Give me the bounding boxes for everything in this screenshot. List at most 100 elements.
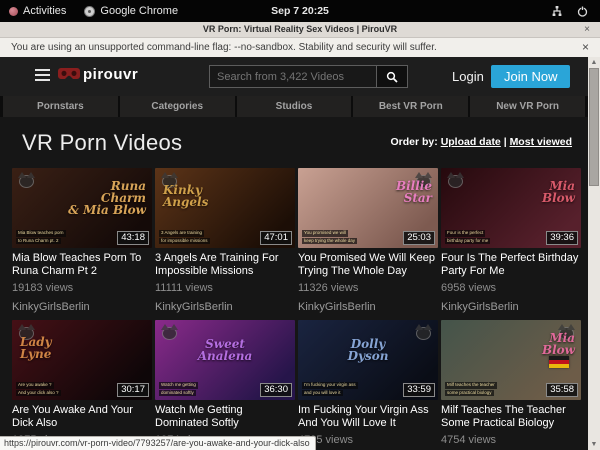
browser-infobar: You are using an unsupported command-lin… [0,38,600,57]
login-link[interactable]: Login [452,57,484,96]
search-button[interactable] [377,65,408,88]
infobar-message: You are using an unsupported command-lin… [11,42,437,53]
thumbnail-caption: Watch me gettingdominated softly [159,381,198,396]
status-bar-url: https://pirouvr.com/vr-porn-video/779325… [0,436,316,450]
nav-item[interactable]: Categories [120,96,235,117]
video-title-link[interactable]: Four Is The Perfect Birthday Party For M… [441,252,581,278]
page-viewport: pirouvr Login Join Now PornstarsCategori… [0,57,600,450]
site-header: pirouvr Login Join Now [0,57,588,96]
thumbnail-overlay-text: RunaCharm& Mia Blow [68,180,146,216]
duration-badge: 36:30 [260,383,292,397]
video-thumbnail[interactable]: LadyLyne Are you awake ?And your dick al… [12,320,152,400]
thumbnail-caption: You promised we willkeep trying the whol… [302,229,357,244]
video-title-link[interactable]: Watch Me Getting Dominated Softly [155,404,295,430]
video-views: 11111 views [155,282,295,294]
clock[interactable]: Sep 7 20:25 [271,0,329,22]
duration-badge: 43:18 [117,231,149,245]
site-logo-text: pirouvr [83,66,138,83]
duration-badge: 47:01 [260,231,292,245]
thumbnail-overlay-text: SweetAnalena [155,338,295,362]
order-by-label: Order by: [391,136,438,148]
site-logo[interactable]: pirouvr [58,66,138,83]
video-thumbnail[interactable]: RunaCharm& Mia Blow Mia Blow teaches por… [12,168,152,248]
studio-link[interactable]: KinkyGirlsBerlin [298,301,438,313]
video-title-link[interactable]: Are You Awake And Your Dick Also [12,404,152,430]
activities-dot-icon [9,7,18,16]
video-card[interactable]: LadyLyne Are you awake ?And your dick al… [12,320,152,446]
video-title-link[interactable]: 3 Angels Are Training For Impossible Mis… [155,252,295,278]
studio-link[interactable]: KinkyGirlsBerlin [441,301,581,313]
video-card[interactable]: SweetAnalena Watch me gettingdominated s… [155,320,295,446]
order-most-viewed-link[interactable]: Most viewed [510,136,572,148]
scrollbar-up-arrow[interactable]: ▲ [588,57,600,68]
thumbnail-caption: 3 Angels are trainingfor impossible miss… [159,229,210,244]
studio-link[interactable]: KinkyGirlsBerlin [12,301,152,313]
page-scrollbar[interactable]: ▲ ▼ [588,57,600,450]
chrome-app-label: Google Chrome [100,5,178,17]
german-flag-icon [549,356,569,368]
video-card[interactable]: MiaBlow Milf teaches the teachersome pra… [441,320,581,446]
infobar-close-icon[interactable]: × [582,38,589,57]
nav-item[interactable]: Pornstars [3,96,118,117]
order-by-controls: Order by: Upload date | Most viewed [391,130,573,148]
scrollbar-thumb[interactable] [589,68,599,186]
main-nav: PornstarsCategoriesStudiosBest VR PornNe… [0,96,588,117]
thumbnail-caption: Milf teaches the teachersome practical b… [445,381,497,396]
video-thumbnail[interactable]: MiaBlow Four is the perfectbirthday part… [441,168,581,248]
video-views: 6958 views [441,282,581,294]
video-thumbnail[interactable]: KinkyAngels 3 Angels are trainingfor imp… [155,168,295,248]
tab-title[interactable]: VR Porn: Virtual Reality Sex Videos | Pi… [0,22,600,37]
video-thumbnail[interactable]: BillieStar You promised we willkeep tryi… [298,168,438,248]
thumbnail-overlay-text: BillieStar [396,180,432,204]
nav-item[interactable]: Best VR Porn [353,96,468,117]
chrome-app-menu[interactable]: Google Chrome [75,0,187,22]
thumbnail-caption: Are you awake ?And your dick also ? [16,381,61,396]
power-icon[interactable] [577,6,588,17]
menu-hamburger-icon[interactable] [35,69,50,84]
thumbnail-overlay-text: LadyLyne [20,336,52,360]
video-grid: RunaCharm& Mia Blow Mia Blow teaches por… [0,168,588,450]
nav-item[interactable]: Studios [237,96,352,117]
video-thumbnail[interactable]: SweetAnalena Watch me gettingdominated s… [155,320,295,400]
order-upload-date-link[interactable]: Upload date [441,136,501,148]
network-icon[interactable] [551,6,563,17]
nav-item[interactable]: New VR Porn [470,96,585,117]
video-card[interactable]: BillieStar You promised we willkeep tryi… [298,168,438,313]
video-card[interactable]: MiaBlow Four is the perfectbirthday part… [441,168,581,313]
video-title-link[interactable]: Milf Teaches The Teacher Some Practical … [441,404,581,430]
studio-watermark-icon [17,172,36,189]
thumbnail-caption: Mia Blow teaches pornto Runa Charm pt. 2 [16,229,66,244]
video-title-link[interactable]: Im Fucking Your Virgin Ass And You Will … [298,404,438,430]
video-card[interactable]: KinkyAngels 3 Angels are trainingfor imp… [155,168,295,313]
studio-link[interactable]: KinkyGirlsBerlin [155,301,295,313]
video-card[interactable]: DollyDyson I'm fucking your virgin assan… [298,320,438,446]
video-thumbnail[interactable]: DollyDyson I'm fucking your virgin assan… [298,320,438,400]
browser-tab-bar: VR Porn: Virtual Reality Sex Videos | Pi… [0,22,600,38]
video-title-link[interactable]: Mia Blow Teaches Porn To Runa Charm Pt 2 [12,252,152,278]
join-now-button[interactable]: Join Now [491,65,570,88]
duration-badge: 33:59 [403,383,435,397]
system-top-bar: Activities Google Chrome Sep 7 20:25 [0,0,600,22]
video-views: 4795 views [298,434,438,446]
studio-watermark-icon [446,172,465,189]
scrollbar-down-arrow[interactable]: ▼ [588,439,600,450]
search-input[interactable] [209,65,377,88]
video-title-link[interactable]: You Promised We Will Keep Trying The Who… [298,252,438,278]
thumbnail-overlay-text: MiaBlow [542,332,575,356]
vr-headset-icon [58,68,80,81]
page-title: VR Porn Videos [22,130,182,156]
search-icon [386,71,398,83]
thumbnail-overlay-text: MiaBlow [542,180,575,204]
activities-button[interactable]: Activities [0,0,75,22]
duration-badge: 30:17 [117,383,149,397]
activities-label: Activities [23,5,66,17]
thumbnail-overlay-text: KinkyAngels [163,184,208,208]
video-views: 4754 views [441,434,581,446]
duration-badge: 39:36 [546,231,578,245]
video-views: 11326 views [298,282,438,294]
thumbnail-caption: Four is the perfectbirthday party for me [445,229,490,244]
video-card[interactable]: RunaCharm& Mia Blow Mia Blow teaches por… [12,168,152,313]
chrome-icon [84,6,95,17]
video-thumbnail[interactable]: MiaBlow Milf teaches the teachersome pra… [441,320,581,400]
tab-close-icon[interactable]: × [584,22,590,37]
